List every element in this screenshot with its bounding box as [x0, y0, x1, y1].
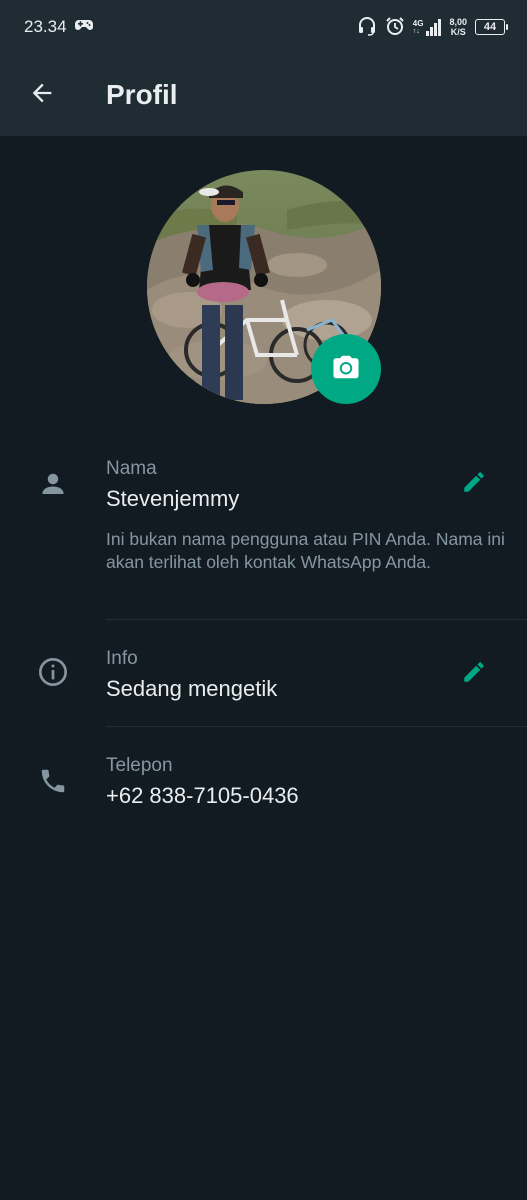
back-button[interactable] [0, 54, 84, 136]
page-title: Profil [106, 79, 178, 110]
alarm-icon [385, 16, 405, 39]
change-photo-button[interactable] [311, 334, 381, 404]
gamepad-icon [74, 17, 93, 37]
name-note: Ini bukan nama pengguna atau PIN Anda. N… [106, 529, 505, 572]
status-bar: 23.34 4G ↑↓ 8,00 K/S 44 [0, 0, 527, 54]
info-label: Info [106, 648, 138, 669]
name-label: Nama [106, 458, 157, 479]
edit-name-button[interactable] [456, 466, 492, 502]
signal-icon: 4G ↑↓ [412, 18, 442, 36]
net-speed-unit: K/S [450, 27, 466, 37]
network-type: 4G [412, 18, 424, 28]
net-speed: 8,00 K/S [449, 17, 467, 37]
status-time: 23.34 [24, 17, 67, 36]
phone-value: +62 838-7105-0436 [106, 783, 299, 808]
phone-icon [34, 762, 72, 800]
battery-level: 44 [483, 21, 497, 33]
net-speed-value: 8,00 [449, 17, 467, 27]
pencil-icon [461, 659, 487, 690]
info-value: Sedang mengetik [106, 676, 278, 701]
app-toolbar: Profil [0, 54, 527, 136]
status-left: 23.34 [24, 17, 93, 37]
camera-icon [331, 352, 361, 387]
arrow-back-icon [28, 79, 56, 112]
person-icon [34, 465, 72, 503]
name-value: Stevenjemmy [106, 486, 240, 511]
battery-icon: 44 [475, 19, 508, 35]
phone-label: Telepon [106, 755, 173, 776]
edit-info-button[interactable] [456, 656, 492, 692]
status-right: 4G ↑↓ 8,00 K/S 44 [357, 16, 508, 39]
pencil-icon [461, 469, 487, 500]
phone-row: Telepon +62 838-7105-0436 [0, 727, 527, 827]
name-row[interactable]: Nama Stevenjemmy Ini bukan nama pengguna… [0, 440, 527, 620]
headset-icon [357, 16, 377, 39]
info-row[interactable]: Info Sedang mengetik [0, 620, 527, 726]
profile-photo-area [147, 170, 381, 404]
info-icon [34, 653, 72, 691]
profile-screen: 23.34 4G ↑↓ 8,00 K/S 44 Profil Nama Stev… [0, 0, 527, 1200]
